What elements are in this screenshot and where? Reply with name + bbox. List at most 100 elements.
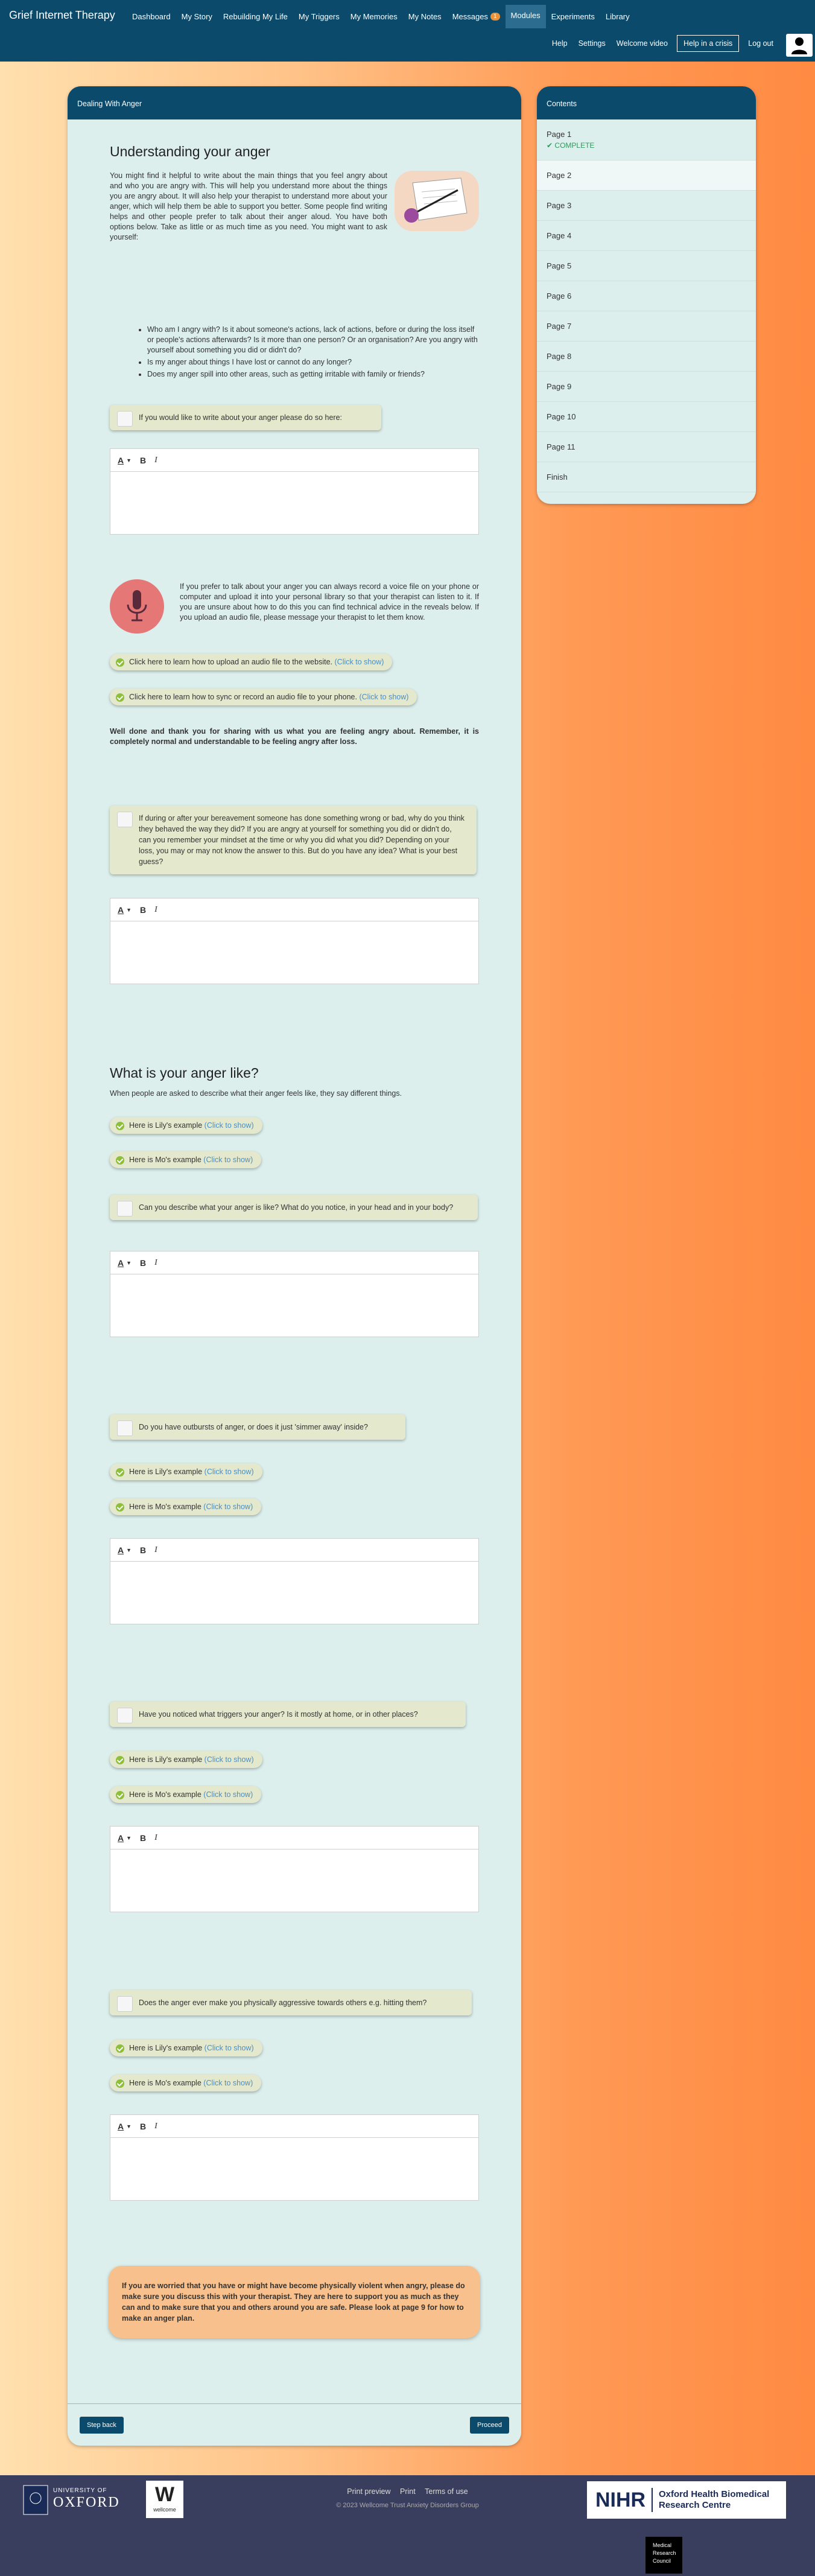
checkmark-icon xyxy=(116,658,124,667)
nav-dashboard[interactable]: Dashboard xyxy=(127,5,176,28)
text-area[interactable] xyxy=(110,1562,478,1624)
toc-page-8[interactable]: Page 8 xyxy=(537,342,756,372)
bold-button[interactable]: B xyxy=(140,456,146,465)
mrc-logo[interactable]: Medical Research Council xyxy=(645,2537,682,2574)
welcome-video-link[interactable]: Welcome video xyxy=(611,36,673,51)
italic-button[interactable]: I xyxy=(154,905,157,915)
reveal-mo-example[interactable]: Here is Mo's example (Click to show) xyxy=(110,1151,262,1168)
click-to-show-link[interactable]: (Click to show) xyxy=(335,658,384,666)
chevron-down-icon[interactable]: ▼ xyxy=(126,1260,132,1266)
toc-page-1[interactable]: Page 1 ✔ COMPLETE xyxy=(537,119,756,161)
toc-page-5[interactable]: Page 5 xyxy=(537,251,756,281)
bold-button[interactable]: B xyxy=(140,1545,146,1555)
bereavement-prompt-text: If during or after your bereavement some… xyxy=(139,814,465,866)
nav-my-notes[interactable]: My Notes xyxy=(403,5,447,28)
reveal-sync-audio[interactable]: Click here to learn how to sync or recor… xyxy=(110,689,417,705)
help-in-crisis-button[interactable]: Help in a crisis xyxy=(677,35,740,52)
step-back-button[interactable]: Step back xyxy=(80,2417,124,2434)
italic-button[interactable]: I xyxy=(154,1833,157,1843)
reveal-lily-example[interactable]: Here is Lily's example (Click to show) xyxy=(110,2040,262,2056)
editor-anger-writing: A ▼ B I xyxy=(110,448,479,535)
reveal-lily-example[interactable]: Here is Lily's example (Click to show) xyxy=(110,1463,262,1480)
reveal-mo-example[interactable]: Here is Mo's example (Click to show) xyxy=(110,1786,262,1803)
nav-experiments[interactable]: Experiments xyxy=(546,5,600,28)
italic-button[interactable]: I xyxy=(154,2122,157,2131)
click-to-show-link[interactable]: (Click to show) xyxy=(203,1503,253,1511)
nihr-logo[interactable]: NIHR Oxford Health Biomedical Research C… xyxy=(587,2481,786,2519)
click-to-show-link[interactable]: (Click to show) xyxy=(205,1468,254,1476)
chevron-down-icon[interactable]: ▼ xyxy=(126,1547,132,1553)
toc-page-6[interactable]: Page 6 xyxy=(537,281,756,311)
reveal-mo-example[interactable]: Here is Mo's example (Click to show) xyxy=(110,1498,262,1515)
chevron-down-icon[interactable]: ▼ xyxy=(126,907,132,913)
text-area[interactable] xyxy=(110,1849,478,1912)
editor-bereavement: A ▼ B I xyxy=(110,898,479,984)
reveal-mo-example[interactable]: Here is Mo's example (Click to show) xyxy=(110,2075,262,2091)
text-area[interactable] xyxy=(110,472,478,535)
nav-my-story[interactable]: My Story xyxy=(176,5,218,28)
nav-my-triggers[interactable]: My Triggers xyxy=(293,5,345,28)
toc-page-4[interactable]: Page 4 xyxy=(537,221,756,251)
bold-button[interactable]: B xyxy=(140,1258,146,1268)
settings-link[interactable]: Settings xyxy=(573,36,611,51)
click-to-show-link[interactable]: (Click to show) xyxy=(359,693,408,701)
toc-page-9[interactable]: Page 9 xyxy=(537,372,756,402)
pen-icon xyxy=(117,1201,133,1216)
chevron-down-icon[interactable]: ▼ xyxy=(126,457,132,463)
nav-messages[interactable]: Messages 1 xyxy=(447,5,506,28)
oxford-logo[interactable]: UNIVERSITY OF OXFORD xyxy=(23,2481,132,2517)
chevron-down-icon[interactable]: ▼ xyxy=(126,2123,132,2129)
click-to-show-link[interactable]: (Click to show) xyxy=(205,1121,254,1130)
write-prompt-text: If you would like to write about your an… xyxy=(139,413,343,422)
toc-page-7[interactable]: Page 7 xyxy=(537,311,756,342)
nav-my-memories[interactable]: My Memories xyxy=(345,5,403,28)
click-to-show-link[interactable]: (Click to show) xyxy=(203,2079,253,2087)
toc-page-2[interactable]: Page 2 xyxy=(537,161,756,191)
text-style-button[interactable]: A xyxy=(118,2122,124,2131)
reveal-lily-example[interactable]: Here is Lily's example (Click to show) xyxy=(110,1117,262,1134)
click-to-show-link[interactable]: (Click to show) xyxy=(203,1790,253,1799)
text-area[interactable] xyxy=(110,921,478,984)
terms-link[interactable]: Terms of use xyxy=(425,2487,468,2496)
toc-page-10[interactable]: Page 10 xyxy=(537,402,756,432)
click-to-show-link[interactable]: (Click to show) xyxy=(205,1755,254,1764)
bold-button[interactable]: B xyxy=(140,905,146,915)
print-preview-link[interactable]: Print preview xyxy=(347,2487,390,2496)
nav-modules[interactable]: Modules xyxy=(505,5,546,28)
nav-rebuilding-my-life[interactable]: Rebuilding My Life xyxy=(218,5,293,28)
text-area[interactable] xyxy=(110,1274,478,1337)
log-out-link[interactable]: Log out xyxy=(743,36,779,51)
italic-button[interactable]: I xyxy=(154,1545,157,1555)
text-style-button[interactable]: A xyxy=(118,1545,124,1555)
toc-page-3[interactable]: Page 3 xyxy=(537,191,756,221)
toc-finish[interactable]: Finish xyxy=(537,462,756,492)
click-to-show-link[interactable]: (Click to show) xyxy=(203,1156,253,1164)
print-link[interactable]: Print xyxy=(400,2487,416,2496)
module-panel: Dealing With Anger Understanding your an… xyxy=(68,86,521,2446)
italic-button[interactable]: I xyxy=(154,456,157,465)
nav-library[interactable]: Library xyxy=(600,5,635,28)
pen-icon xyxy=(117,411,133,427)
proceed-button[interactable]: Proceed xyxy=(470,2417,509,2434)
bold-button[interactable]: B xyxy=(140,1833,146,1843)
user-avatar-icon[interactable] xyxy=(786,34,813,57)
text-style-button[interactable]: A xyxy=(118,1258,124,1268)
italic-button[interactable]: I xyxy=(154,1258,157,1268)
text-style-button[interactable]: A xyxy=(118,1833,124,1843)
wellcome-logo[interactable]: W wellcome xyxy=(146,2481,183,2518)
reveal-lily-example[interactable]: Here is Lily's example (Click to show) xyxy=(110,1751,262,1768)
toc-page-11[interactable]: Page 11 xyxy=(537,432,756,462)
app-title[interactable]: Grief Internet Therapy xyxy=(9,9,115,22)
text-style-button[interactable]: A xyxy=(118,456,124,465)
checkmark-icon xyxy=(116,1156,124,1165)
text-area[interactable] xyxy=(110,2138,478,2201)
understanding-section: Understanding your anger You might find … xyxy=(110,144,479,243)
reveal-upload-audio[interactable]: Click here to learn how to upload an aud… xyxy=(110,654,393,670)
text-style-button[interactable]: A xyxy=(118,905,124,915)
chevron-down-icon[interactable]: ▼ xyxy=(126,1835,132,1841)
bold-button[interactable]: B xyxy=(140,2122,146,2131)
click-to-show-link[interactable]: (Click to show) xyxy=(205,2044,254,2052)
help-link[interactable]: Help xyxy=(547,36,573,51)
mo-example-label: Here is Mo's example xyxy=(129,2079,201,2087)
section-title-understanding: Understanding your anger xyxy=(110,144,270,159)
